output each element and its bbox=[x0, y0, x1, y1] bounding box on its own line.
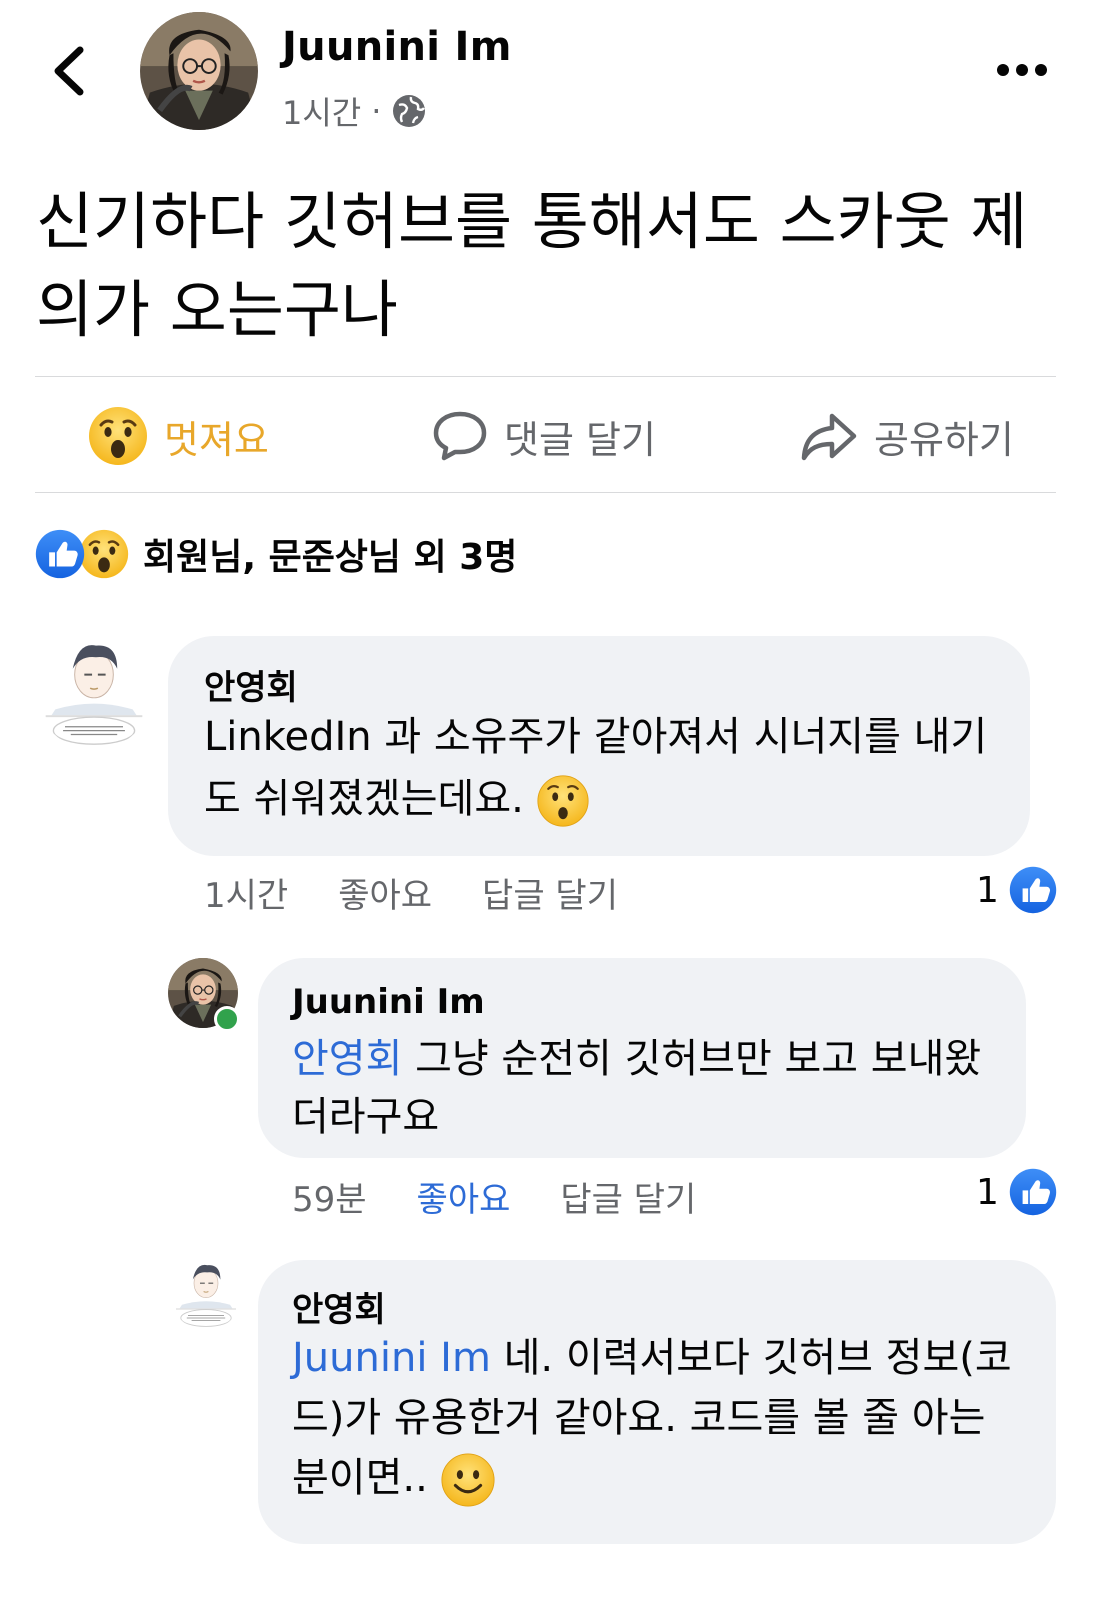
comment-reply-button[interactable]: 답글 달기 bbox=[482, 868, 618, 917]
like-count-value: 1 bbox=[976, 1171, 999, 1213]
globe-icon bbox=[393, 95, 426, 127]
meta-separator: · bbox=[371, 92, 382, 130]
author-avatar[interactable] bbox=[140, 12, 258, 130]
wow-icon bbox=[88, 406, 148, 466]
comment-button[interactable]: 댓글 달기 bbox=[432, 400, 656, 472]
more-dots-icon bbox=[997, 64, 1047, 76]
back-button[interactable] bbox=[40, 36, 100, 106]
share-label: 공유하기 bbox=[874, 417, 1014, 462]
reply-like-count[interactable]: 1 bbox=[976, 1168, 1057, 1216]
online-status-indicator bbox=[214, 1006, 240, 1032]
comment-body: LinkedIn 과 소유주가 같아져서 시너지를 내기도 쉬워졌겠는데요. bbox=[204, 714, 988, 822]
replier-avatar[interactable] bbox=[170, 1258, 242, 1330]
reply-bubble: Juunini Im 안영회 그냥 순전히 깃허브만 보고 보내왔더라구요 bbox=[258, 958, 1026, 1158]
share-arrow-icon bbox=[801, 413, 857, 461]
commenter-avatar[interactable] bbox=[36, 634, 152, 750]
divider bbox=[35, 492, 1056, 493]
divider bbox=[35, 376, 1056, 377]
comment-label: 댓글 달기 bbox=[504, 417, 656, 462]
comment-like-button[interactable]: 좋아요 bbox=[338, 868, 432, 917]
wow-reaction-label: 멋져요 bbox=[164, 417, 269, 462]
chevron-left-icon bbox=[54, 46, 84, 96]
reply-like-button[interactable]: 좋아요 bbox=[417, 1172, 511, 1221]
wow-reaction-button[interactable]: 멋져요 bbox=[88, 400, 269, 472]
reply-bubble: 안영회 Juunini Im 네. 이력서보다 깃허브 정보(코드)가 유용한거… bbox=[258, 1260, 1056, 1544]
like-icon bbox=[1009, 1168, 1057, 1216]
smile-emoji-icon bbox=[441, 1453, 495, 1507]
reaction-summary-text: 회원님, 문준상님 외 3명 bbox=[143, 537, 518, 578]
mention-link[interactable]: Juunini Im bbox=[292, 1335, 491, 1381]
reply-time[interactable]: 59분 bbox=[292, 1172, 367, 1221]
comment-time[interactable]: 1시간 bbox=[204, 868, 288, 917]
comment-actions: 1시간 좋아요 답글 달기 bbox=[204, 868, 618, 917]
share-button[interactable]: 공유하기 bbox=[800, 400, 1014, 472]
reply-reply-button[interactable]: 답글 달기 bbox=[560, 1172, 696, 1221]
reaction-summary[interactable]: 회원님, 문준상님 외 3명 bbox=[35, 528, 517, 580]
comment-author[interactable]: 안영회 bbox=[204, 660, 298, 709]
comment-bubble-icon bbox=[433, 411, 487, 461]
post-author-name[interactable]: Juunini Im bbox=[282, 24, 512, 70]
like-icon bbox=[1009, 866, 1057, 914]
reply-actions: 59분 좋아요 답글 달기 bbox=[292, 1172, 696, 1221]
post-meta: 1시간 · bbox=[282, 88, 427, 134]
reply-text: 안영회 그냥 순전히 깃허브만 보고 보내왔더라구요 bbox=[292, 1030, 1002, 1146]
post-time[interactable]: 1시간 bbox=[282, 88, 361, 134]
comment-bubble: 안영회 LinkedIn 과 소유주가 같아져서 시너지를 내기도 쉬워졌겠는데… bbox=[168, 636, 1030, 856]
post-body: 신기하다 깃허브를 통해서도 스카웃 제의가 오는구나 bbox=[36, 185, 1028, 346]
reply-text: Juunini Im 네. 이력서보다 깃허브 정보(코드)가 유용한거 같아요… bbox=[292, 1328, 1032, 1508]
reply-author[interactable]: 안영회 bbox=[292, 1282, 386, 1331]
reply-author[interactable]: Juunini Im bbox=[292, 982, 485, 1022]
comment-text: LinkedIn 과 소유주가 같아져서 시너지를 내기도 쉬워졌겠는데요. bbox=[204, 706, 1004, 830]
more-options-button[interactable] bbox=[990, 50, 1060, 90]
mention-link[interactable]: 안영회 bbox=[292, 1036, 402, 1082]
wow-icon bbox=[79, 529, 129, 579]
like-count-value: 1 bbox=[976, 869, 999, 911]
like-icon bbox=[35, 529, 85, 579]
hushed-emoji-icon bbox=[537, 775, 589, 827]
comment-like-count[interactable]: 1 bbox=[976, 866, 1057, 914]
